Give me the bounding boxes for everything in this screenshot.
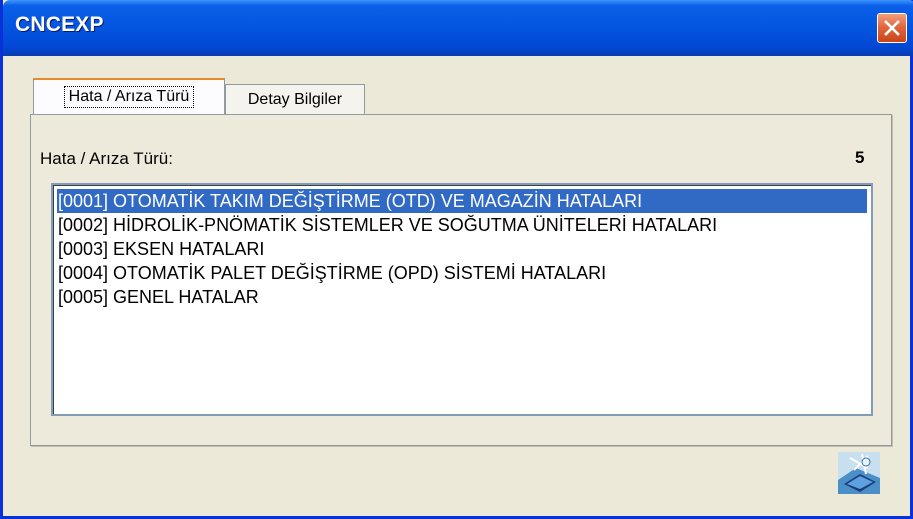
list-item[interactable]: [0003] EKSEN HATALARI <box>57 237 264 261</box>
tab-label: Detay Bilgiler <box>247 91 343 108</box>
title-bar[interactable]: CNCEXP <box>3 0 913 56</box>
close-button[interactable] <box>877 13 907 43</box>
tab-hata-ariza-turu[interactable]: Hata / Arıza Türü <box>33 78 225 114</box>
list-item[interactable]: [0001] OTOMATİK TAKIM DEĞİŞTİRME (OTD) V… <box>57 189 867 213</box>
fault-type-listbox[interactable]: [0001] OTOMATİK TAKIM DEĞİŞTİRME (OTD) V… <box>51 183 873 416</box>
list-item[interactable]: [0002] HİDROLİK-PNÖMATİK SİSTEMLER VE SO… <box>57 213 717 237</box>
app-window: CNCEXP Hata / Arıza Türü Detay Bilgiler … <box>0 0 913 519</box>
close-icon <box>884 20 900 36</box>
tab-label: Hata / Arıza Türü <box>63 86 195 108</box>
list-item[interactable]: [0005] GENEL HATALAR <box>57 285 259 309</box>
item-count: 5 <box>855 148 865 167</box>
computer-network-icon <box>836 450 882 496</box>
list-label: Hata / Arıza Türü: <box>40 149 173 168</box>
window-title: CNCEXP <box>15 13 104 36</box>
list-item[interactable]: [0004] OTOMATİK PALET DEĞİŞTİRME (OPD) S… <box>57 261 606 285</box>
tab-detay-bilgiler[interactable]: Detay Bilgiler <box>225 84 365 115</box>
